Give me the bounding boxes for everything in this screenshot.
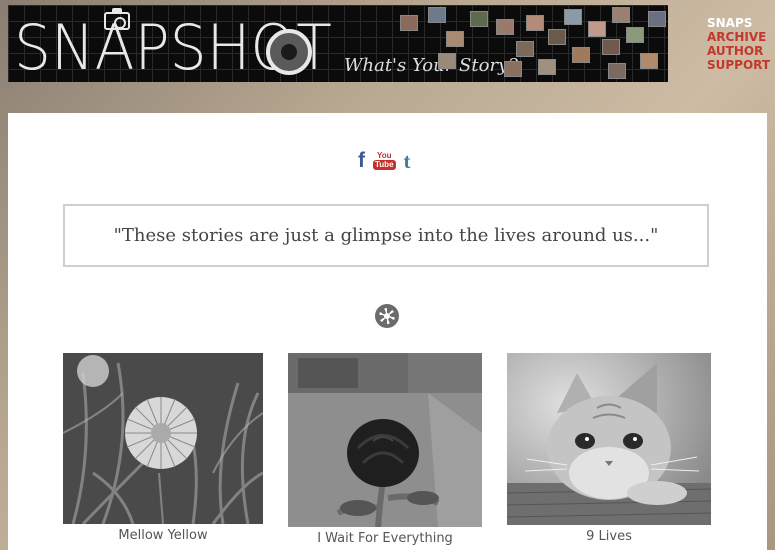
collage-photo [612,7,630,23]
nav-snaps[interactable]: SNAPS [707,16,770,30]
collage-photo [438,53,456,69]
snap-photo[interactable] [63,353,263,524]
youtube-icon-top: You [377,151,392,160]
snap-title[interactable]: I Wait For Everything [288,531,482,546]
snap-card[interactable]: I Wait For Everything [288,353,482,546]
collage-photo [626,27,644,43]
lens-icon [266,29,312,75]
collage-photo [548,29,566,45]
collage-photo [446,31,464,47]
snap-card[interactable]: 9 Lives [507,353,711,544]
snap-title[interactable]: Mellow Yellow [63,528,263,543]
tagline: What's Your Story? [344,55,518,76]
rose-photo [288,353,482,527]
facebook-icon[interactable]: f [358,149,365,173]
social-links: f You Tube t [358,149,411,174]
dandelion-photo [63,353,263,524]
collage-photo [648,11,666,27]
collage-photo [538,59,556,75]
snap-photo[interactable] [507,353,711,525]
collage-photo [428,7,446,23]
snap-photo[interactable] [288,353,482,527]
collage-photo [504,61,522,77]
snap-card[interactable]: Mellow Yellow [63,353,263,543]
content-panel: f You Tube t "These stories are just a g… [8,113,767,550]
collage-photo [564,9,582,25]
collage-photo [496,19,514,35]
collage-photo [588,21,606,37]
collage-photo [572,47,590,63]
collage-photo [526,15,544,31]
collage-photo [602,39,620,55]
snap-title[interactable]: 9 Lives [507,529,711,544]
main-nav: SNAPS ARCHIVE AUTHOR SUPPORT [707,16,770,72]
youtube-icon-bottom: Tube [373,160,396,170]
site-banner[interactable]: SNAPSHOT What's Your Story? [8,5,668,82]
collage-photo [608,63,626,79]
aperture-icon [375,304,399,328]
collage-photo [640,53,658,69]
kitten-photo [507,353,711,525]
collage-photo [470,11,488,27]
tumblr-icon[interactable]: t [404,149,411,174]
quote-text: "These stories are just a glimpse into t… [113,225,659,246]
collage-photo [400,15,418,31]
nav-author[interactable]: AUTHOR [707,44,770,58]
quote-box: "These stories are just a glimpse into t… [63,204,709,267]
nav-archive[interactable]: ARCHIVE [707,30,770,44]
nav-support[interactable]: SUPPORT [707,58,770,72]
youtube-icon[interactable]: You Tube [373,152,396,170]
collage-photo [516,41,534,57]
